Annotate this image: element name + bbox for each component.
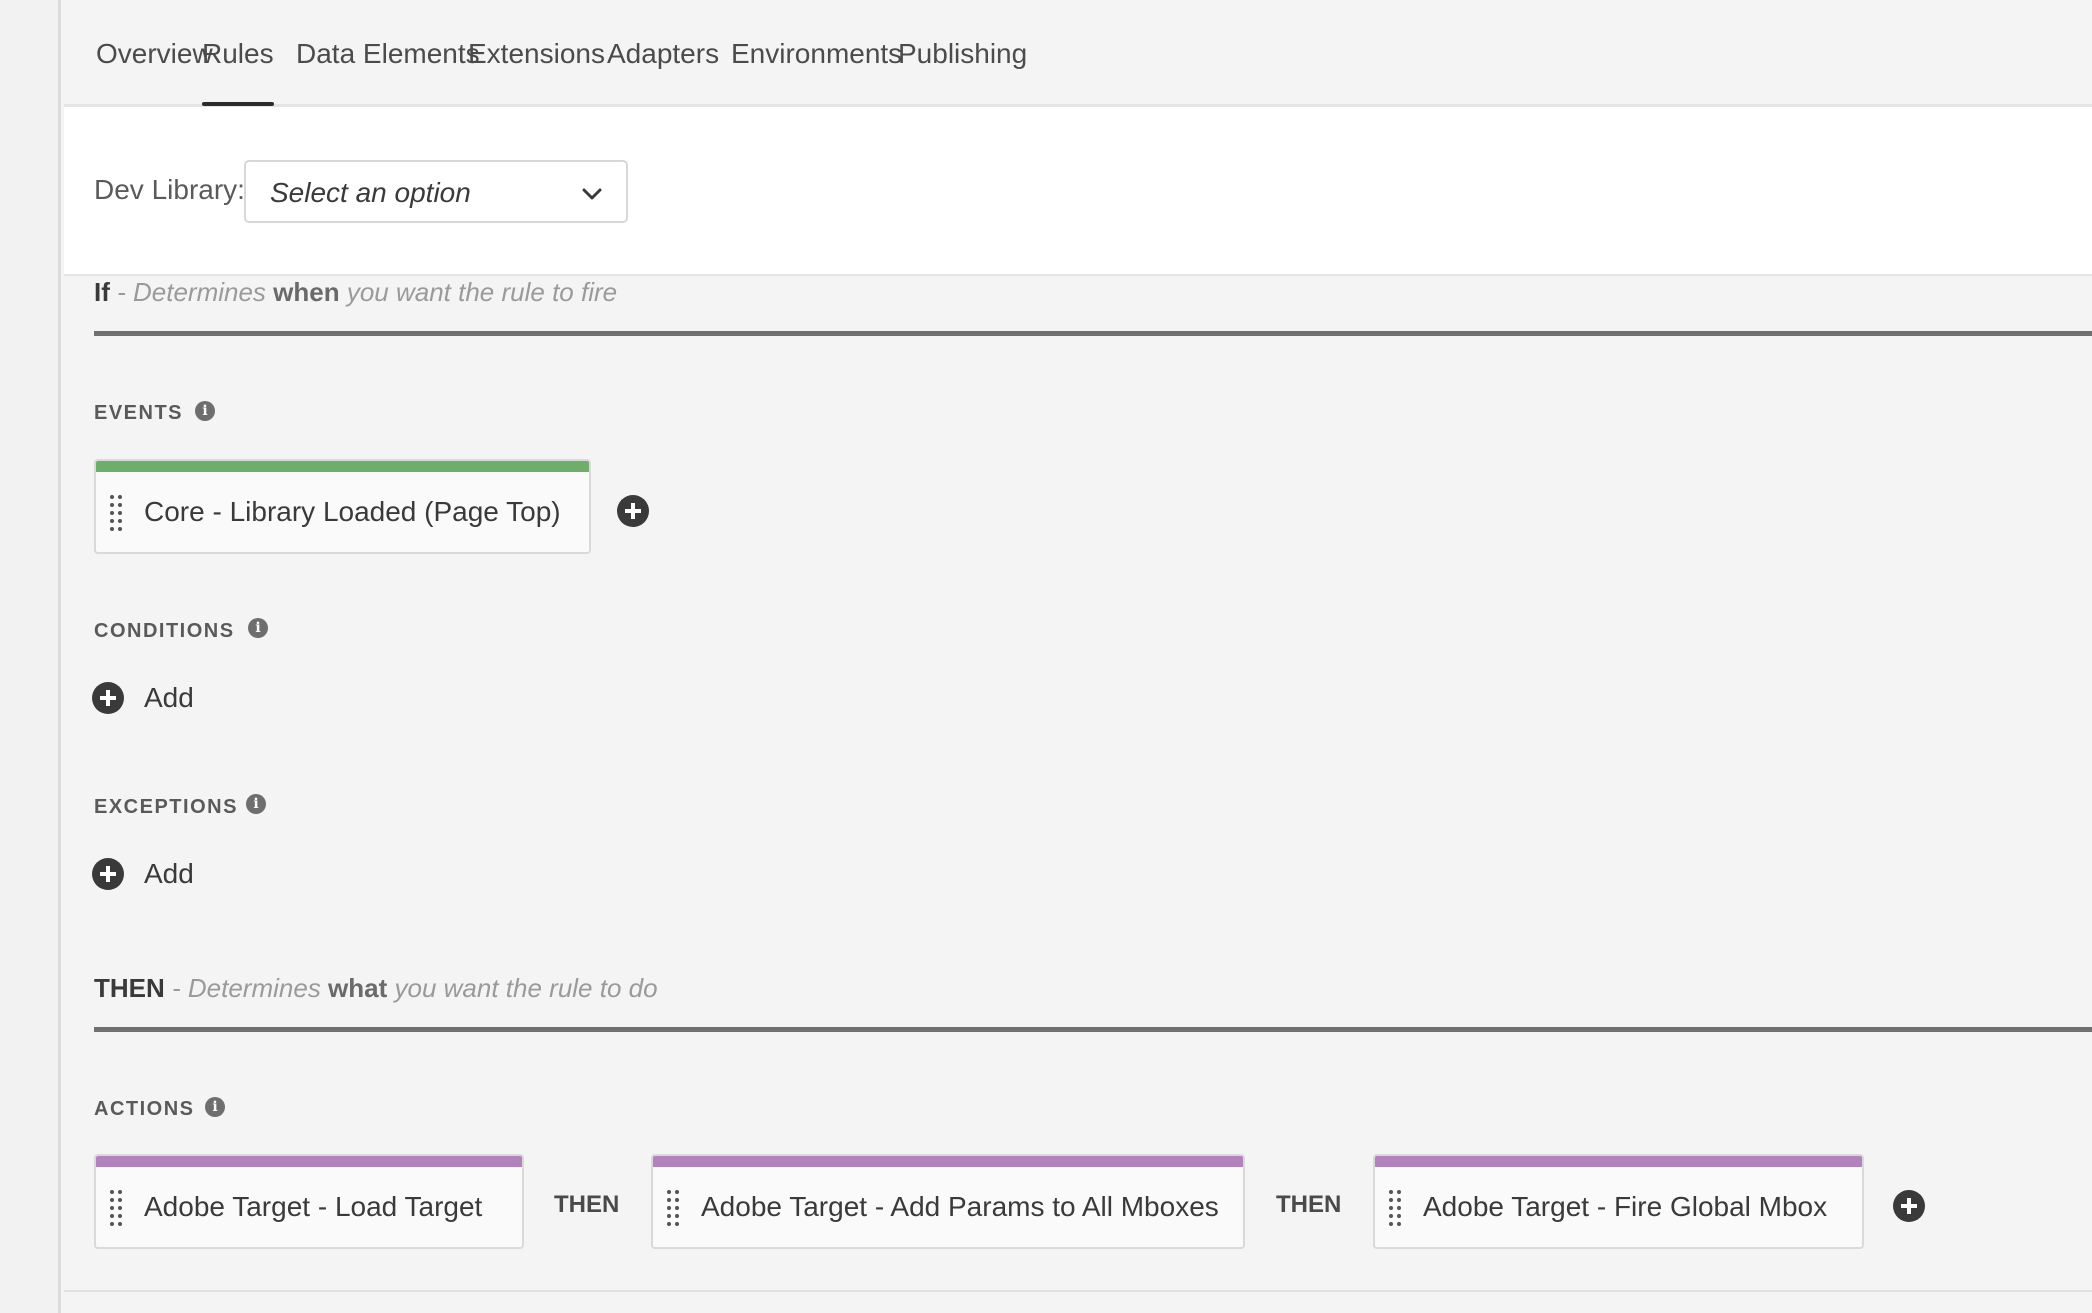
dev-library-bar: Dev Library: Select an option [64, 107, 2092, 276]
events-label: EVENTS [94, 402, 184, 424]
action-card-label: Adobe Target - Load Target [144, 1191, 483, 1222]
chevron-down-icon [582, 188, 602, 200]
tab-rules[interactable]: Rules [202, 38, 274, 106]
action-card-label: Adobe Target - Fire Global Mbox [1423, 1191, 1828, 1222]
main-panel: Overview Rules Data Elements Extensions … [64, 0, 2092, 1313]
if-section-divider [94, 331, 2092, 336]
exceptions-label: EXCEPTIONS [94, 796, 238, 818]
then-separator: THEN [1276, 1191, 1342, 1218]
add-condition-plus-icon[interactable] [92, 682, 124, 714]
drag-handle-icon[interactable] [110, 1190, 124, 1226]
dev-library-selected-value: Select an option [270, 177, 471, 208]
if-desc-emphasis: when [273, 277, 340, 307]
conditions-label: CONDITIONS [94, 620, 235, 642]
tab-environments[interactable]: Environments [731, 38, 902, 70]
bottom-divider [64, 1290, 2092, 1292]
then-keyword: THEN [94, 973, 165, 1003]
exceptions-info-icon[interactable]: i [246, 794, 266, 814]
if-desc-pre: - Determines [109, 277, 274, 307]
tab-extensions[interactable]: Extensions [468, 38, 605, 70]
actions-label: ACTIONS [94, 1098, 195, 1120]
tab-bar: Overview Rules Data Elements Extensions … [64, 0, 2092, 107]
action-card-2[interactable]: Adobe Target - Add Params to All Mboxes [651, 1154, 1245, 1249]
add-exception-link[interactable]: Add [144, 858, 194, 890]
drag-handle-icon[interactable] [110, 495, 124, 531]
left-rail [0, 0, 61, 1313]
action-card-bar [96, 1156, 522, 1167]
then-desc-emphasis: what [328, 973, 388, 1003]
tab-publishing[interactable]: Publishing [898, 38, 1027, 70]
add-exception-plus-icon[interactable] [92, 858, 124, 890]
tab-data-elements[interactable]: Data Elements [296, 38, 480, 70]
then-desc-post: you want the rule to do [387, 973, 658, 1003]
action-card-1[interactable]: Adobe Target - Load Target [94, 1154, 524, 1249]
action-card-bar [653, 1156, 1243, 1167]
add-condition-link[interactable]: Add [144, 682, 194, 714]
event-card[interactable]: Core - Library Loaded (Page Top) [94, 459, 591, 554]
then-section-heading: THEN - Determines what you want the rule… [94, 973, 658, 1004]
drag-handle-icon[interactable] [1389, 1190, 1403, 1226]
then-separator: THEN [554, 1191, 620, 1218]
action-card-3[interactable]: Adobe Target - Fire Global Mbox [1373, 1154, 1864, 1249]
events-info-icon[interactable]: i [195, 401, 215, 421]
actions-info-icon[interactable]: i [205, 1097, 225, 1117]
dev-library-select[interactable]: Select an option [244, 160, 628, 223]
then-desc-pre: - Determines [164, 973, 329, 1003]
tab-overview[interactable]: Overview [96, 38, 213, 70]
event-card-bar [96, 461, 589, 472]
dev-library-label: Dev Library: [94, 174, 245, 205]
action-card-label: Adobe Target - Add Params to All Mboxes [701, 1191, 1219, 1222]
then-section-divider [94, 1027, 2092, 1032]
event-card-label: Core - Library Loaded (Page Top) [144, 496, 561, 527]
action-card-bar [1375, 1156, 1862, 1167]
if-keyword: If [94, 277, 110, 307]
tab-adapters[interactable]: Adapters [607, 38, 719, 70]
if-section-heading: If - Determines when you want the rule t… [94, 277, 617, 308]
add-event-plus-icon[interactable] [617, 495, 649, 527]
drag-handle-icon[interactable] [667, 1190, 681, 1226]
add-action-plus-icon[interactable] [1893, 1190, 1925, 1222]
conditions-info-icon[interactable]: i [248, 618, 268, 638]
if-desc-post: you want the rule to fire [339, 277, 618, 307]
